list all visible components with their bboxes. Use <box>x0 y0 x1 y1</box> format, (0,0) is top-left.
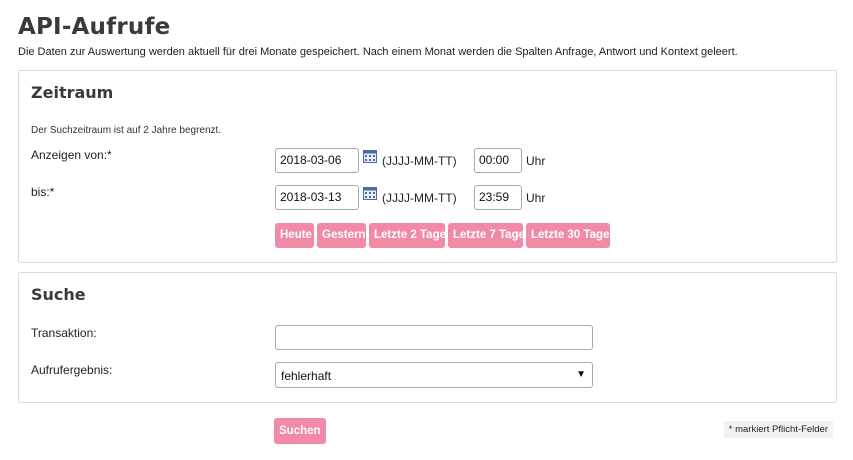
calendar-icon[interactable] <box>363 149 377 163</box>
quick-last-2-days-button[interactable]: Letzte 2 Tage <box>369 223 446 248</box>
page: API-Aufrufe Die Daten zur Auswertung wer… <box>0 0 853 460</box>
from-time-input[interactable]: 00:00 <box>474 148 522 173</box>
from-date-input[interactable]: 2018-03-06 <box>275 148 359 173</box>
to-label: bis:* <box>31 185 55 199</box>
to-date-hint: (JJJJ-MM-TT) <box>382 191 457 205</box>
search-button[interactable]: Suchen <box>274 418 326 444</box>
quick-today-button[interactable]: Heute <box>275 223 314 248</box>
to-time-input[interactable]: 23:59 <box>474 185 522 210</box>
result-label: Aufrufergebnis: <box>31 363 113 377</box>
page-title: API-Aufrufe <box>18 14 171 40</box>
to-date-input[interactable]: 2018-03-13 <box>275 185 359 210</box>
from-time-unit: Uhr <box>526 154 546 168</box>
suche-heading: Suche <box>31 285 86 304</box>
zeitraum-heading: Zeitraum <box>31 83 114 102</box>
transaction-label: Transaktion: <box>31 326 97 340</box>
calendar-icon[interactable] <box>363 186 377 200</box>
to-time-unit: Uhr <box>526 191 546 205</box>
quick-last-30-days-button[interactable]: Letzte 30 Tage <box>526 223 610 248</box>
page-subtitle: Die Daten zur Auswertung werden aktuell … <box>18 46 738 58</box>
quick-yesterday-button[interactable]: Gestern <box>317 223 366 248</box>
from-date-hint: (JJJJ-MM-TT) <box>382 154 457 168</box>
zeitraum-note: Der Suchzeitraum ist auf 2 Jahre begrenz… <box>31 125 222 136</box>
transaction-input[interactable] <box>275 325 593 350</box>
result-select[interactable]: fehlerhaft ▼ <box>275 362 593 388</box>
suche-panel: Suche Transaktion: Aufrufergebnis: fehle… <box>18 272 837 403</box>
from-label: Anzeigen von:* <box>31 148 112 162</box>
quick-last-7-days-button[interactable]: Letzte 7 Tage <box>448 223 525 248</box>
chevron-down-icon: ▼ <box>576 369 586 380</box>
required-fields-note: * markiert Pflicht-Felder <box>723 421 833 438</box>
result-select-value: fehlerhaft <box>281 369 332 383</box>
